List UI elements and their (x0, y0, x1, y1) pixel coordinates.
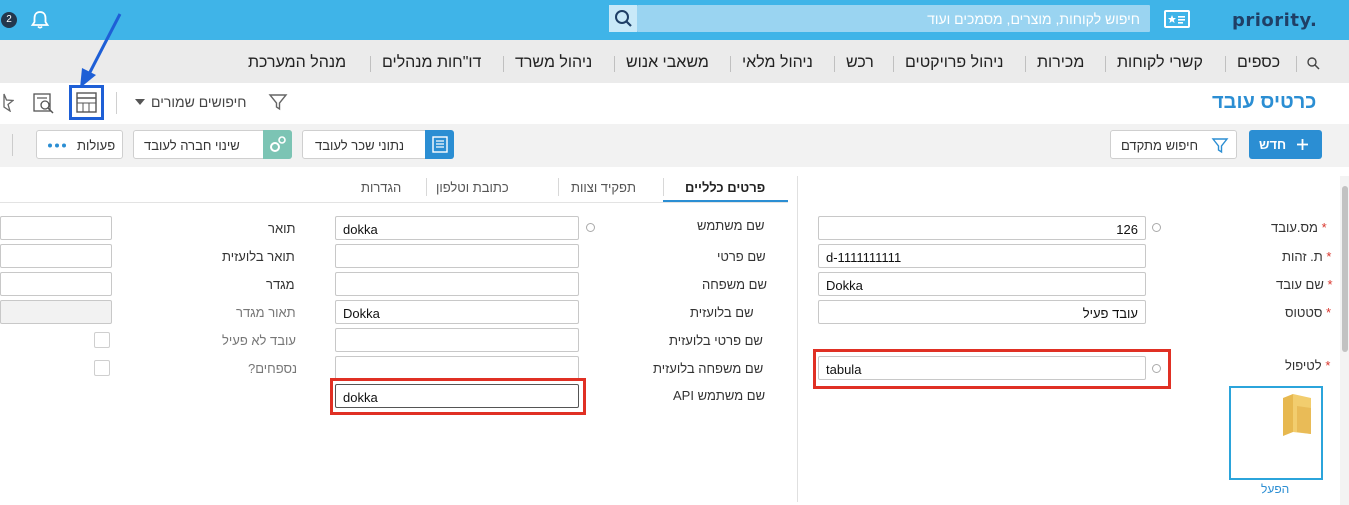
plus-icon (1297, 139, 1308, 150)
foreign-last-name-label: שם משפחה בלועזית (653, 361, 764, 376)
document-list-icon (432, 136, 448, 153)
priority-logo[interactable]: priority. (1232, 10, 1317, 31)
title-foreign-label: תואר בלועזית (222, 249, 295, 264)
search-icon (615, 10, 632, 27)
annotation-arrow (80, 13, 122, 88)
foreign-name-label: שם בלועזית (690, 305, 754, 320)
tab-general-details[interactable]: פרטים כלליים (685, 180, 765, 195)
status-label: * סטטוס (1285, 305, 1332, 320)
menu-item-crm[interactable]: קשרי לקוחות (1117, 54, 1203, 72)
change-company-icon-box (263, 130, 292, 159)
id-number-field[interactable]: d-1111111111 (818, 244, 1146, 268)
actions-button[interactable]: פעולות (36, 130, 123, 159)
foreign-first-name-field[interactable] (335, 328, 579, 352)
first-name-label: שם פרטי (717, 249, 766, 264)
page-title: כרטיס עובד (1212, 91, 1317, 113)
api-username-label: שם משתמש API (673, 388, 766, 403)
menu-item-sysadmin[interactable]: מנהל המערכת (248, 54, 346, 72)
username-label: שם משתמש (697, 218, 765, 233)
advanced-search-label: חיפוש מתקדם (1121, 138, 1199, 153)
foreign-name-field[interactable]: Dokka (335, 300, 579, 324)
employee-name-field[interactable]: Dokka (818, 272, 1146, 296)
folder-activate-link[interactable]: הפעל (1261, 482, 1289, 496)
employee-name-label: * שם עובד (1276, 277, 1333, 292)
salary-data-button[interactable]: נתוני שכר לעובד (302, 130, 454, 159)
salary-data-label: נתוני שכר לעובד (315, 138, 405, 153)
change-company-label: שינוי חברה לעובד (144, 138, 240, 153)
last-name-label: שם משפחה (702, 277, 767, 292)
filter-icon (1211, 138, 1229, 154)
foreign-last-name-field[interactable] (335, 356, 579, 380)
new-button[interactable]: חדש (1249, 130, 1322, 159)
gender-desc-label: תאור מגדר (236, 305, 296, 320)
tab-settings[interactable]: הגדרות (361, 180, 401, 195)
saved-searches-dropdown[interactable]: חיפושים שמורים (151, 94, 247, 110)
menu-item-hr[interactable]: משאבי אנוש (626, 54, 709, 72)
title-label: תואר (268, 221, 296, 236)
new-button-label: חדש (1259, 137, 1287, 152)
gender-desc-field (0, 300, 112, 324)
highlight-box (330, 378, 586, 415)
highlight-box (813, 349, 1171, 389)
gender-label: מגדר (266, 277, 295, 292)
employee-no-field[interactable]: 126 (818, 216, 1146, 240)
folder-icon (1283, 394, 1311, 436)
menu-item-projects[interactable]: ניהול פרויקטים (905, 54, 1003, 72)
info-icon[interactable] (1152, 223, 1161, 232)
menu-item-sales[interactable]: מכירות (1037, 54, 1084, 72)
menu-search-icon[interactable] (1306, 56, 1320, 70)
menu-item-reports[interactable]: דו"חות מנהלים (382, 54, 481, 72)
table-view-icon (76, 92, 97, 113)
advanced-search-button[interactable]: חיפוש מתקדם (1110, 130, 1237, 159)
gender-field[interactable] (0, 272, 112, 296)
status-field[interactable]: עובד פעיל (818, 300, 1146, 324)
inactive-employee-label: עובד לא פעיל (222, 333, 296, 348)
info-icon[interactable] (586, 223, 595, 232)
card-menu-icon[interactable] (1164, 10, 1190, 28)
foreign-first-name-label: שם פרטי בלועזית (669, 333, 763, 348)
actions-label: פעולות (77, 138, 116, 153)
attachments-label: נספחים? (248, 361, 298, 376)
tab-address-phone[interactable]: כתובת וטלפון (436, 180, 509, 195)
folder-tile[interactable] (1229, 386, 1323, 480)
salary-data-icon-box (425, 130, 454, 159)
scrollbar-thumb[interactable] (1342, 186, 1348, 352)
star-icon[interactable] (0, 92, 14, 112)
menu-item-inventory[interactable]: ניהול מלאי (742, 54, 813, 72)
search-document-icon[interactable] (32, 92, 56, 114)
menu-item-finance[interactable]: כספים (1237, 54, 1280, 72)
change-company-button[interactable]: שינוי חברה לעובד (133, 130, 292, 159)
bell-icon[interactable] (30, 10, 50, 30)
title-foreign-field[interactable] (0, 244, 112, 268)
more-dots-icon (48, 143, 66, 148)
tab-role-team[interactable]: תפקיד וצוות (571, 180, 636, 195)
last-name-field[interactable] (335, 272, 579, 296)
handling-label: * לטיפול (1285, 358, 1331, 373)
notification-count-badge: 2 (1, 12, 17, 28)
menu-item-purchasing[interactable]: רכש (846, 54, 874, 72)
username-field[interactable]: dokka (335, 216, 579, 240)
chevron-down-icon[interactable] (134, 98, 146, 106)
gears-icon (270, 136, 286, 152)
id-label: * ת. זהות (1282, 249, 1332, 264)
filter-icon[interactable] (268, 92, 288, 112)
menu-item-office[interactable]: ניהול משרד (515, 54, 592, 72)
search-button[interactable] (609, 5, 637, 32)
employee-no-label: * מס.עובד (1271, 220, 1327, 235)
star-card-glyph (1168, 15, 1185, 24)
global-search-input[interactable]: חיפוש לקוחות, מוצרים, מסמכים ועוד (637, 5, 1150, 32)
attachments-checkbox[interactable] (94, 360, 110, 376)
first-name-field[interactable] (335, 244, 579, 268)
table-view-button[interactable] (69, 85, 104, 120)
inactive-employee-checkbox[interactable] (94, 332, 110, 348)
title-field[interactable] (0, 216, 112, 240)
